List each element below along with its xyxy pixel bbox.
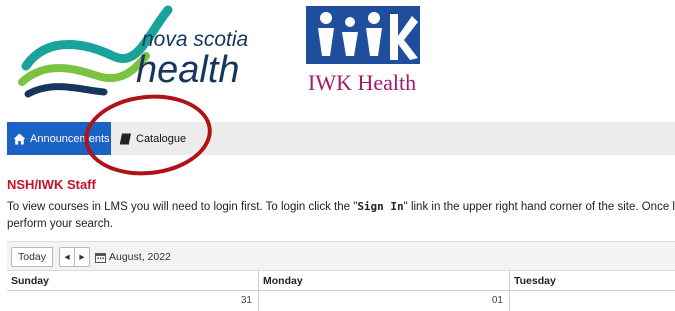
day-header-monday: Monday: [259, 271, 510, 291]
calendar-week-row: 31 01: [7, 291, 675, 311]
intro-text: To view courses in LMS you will need to …: [7, 198, 675, 233]
nova-scotia-text: nova scotia: [142, 28, 248, 51]
page-heading: NSH/IWK Staff: [7, 177, 96, 192]
day-header-sunday: Sunday: [7, 271, 259, 291]
intro-part2: " link in the upper right hand corner of…: [403, 201, 675, 213]
health-text: health: [136, 49, 240, 91]
home-icon: [13, 133, 26, 144]
day-header-tuesday: Tuesday: [514, 275, 556, 287]
current-month-label: August, 2022: [109, 251, 171, 263]
day-cell-tuesday[interactable]: [510, 291, 675, 311]
calendar-toolbar: Today ◂ ▸ August, 2022: [7, 241, 675, 271]
intro-part1: To view courses in LMS you will need to …: [7, 201, 358, 213]
calendar-header: Sunday Monday Tuesday: [7, 271, 675, 291]
nova-scotia-health-logo: nova scotia health: [18, 5, 248, 98]
iwk-health-logo: IWK Health: [306, 6, 420, 95]
today-button[interactable]: Today: [11, 247, 53, 267]
prev-month-button[interactable]: ◂: [59, 247, 75, 267]
intro-line2: perform your search.: [7, 218, 114, 230]
sign-in-emphasis: Sign In: [357, 200, 404, 213]
day-cell-monday[interactable]: 01: [259, 291, 510, 311]
next-month-button[interactable]: ▸: [74, 247, 90, 267]
iwk-health-text: IWK Health: [308, 70, 416, 95]
calendar-icon: [95, 252, 106, 263]
header-logos: nova scotia health IWK Health: [0, 0, 675, 110]
current-month[interactable]: August, 2022: [95, 247, 171, 267]
day-cell-sunday[interactable]: 31: [7, 291, 259, 311]
